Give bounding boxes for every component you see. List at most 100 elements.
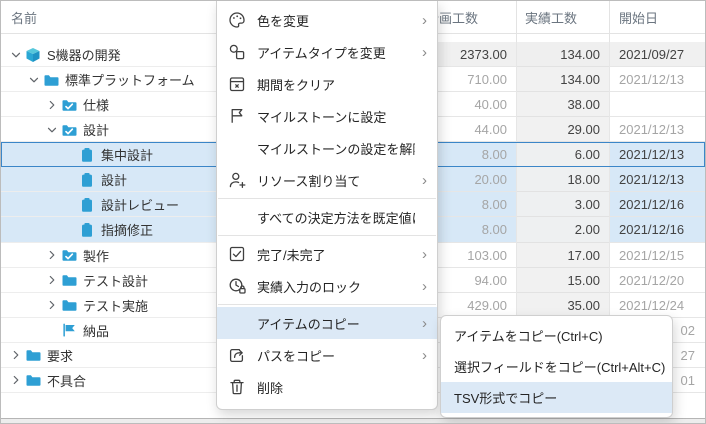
cube-icon xyxy=(24,47,42,63)
menu-item-label: 実績入力のロック xyxy=(257,277,415,296)
folder-check-icon xyxy=(60,247,78,263)
chevron-down-icon[interactable] xyxy=(7,49,24,61)
submenu-item-label: アイテムをコピー(Ctrl+C) xyxy=(454,326,603,345)
chevron-down-icon[interactable] xyxy=(43,124,60,136)
menu-icon-spacer xyxy=(227,207,247,227)
submenu-arrow-icon: › xyxy=(415,247,427,262)
menu-item-label: アイテムタイプを変更 xyxy=(257,43,415,62)
folder-icon xyxy=(24,372,42,388)
chevron-right-icon[interactable] xyxy=(7,374,24,386)
tree-item-label: 集中設計 xyxy=(101,145,153,164)
task-icon xyxy=(78,172,96,188)
tree-item-label: 納品 xyxy=(83,321,109,340)
start-date-cell[interactable]: 2021/09/27 xyxy=(609,42,705,67)
actual-hours-cell[interactable]: 17.00 xyxy=(516,243,609,268)
menu-separator xyxy=(218,235,436,236)
actual-hours-cell[interactable]: 29.00 xyxy=(516,117,609,142)
chevron-right-icon[interactable] xyxy=(43,99,60,111)
submenu-item[interactable]: TSV形式でコピー xyxy=(441,382,672,413)
context-menu-item[interactable]: アイテムのコピー› xyxy=(217,307,437,339)
context-menu-item[interactable]: アイテムタイプを変更› xyxy=(217,36,437,68)
copy-path-icon xyxy=(227,345,247,365)
horizontal-scrollbar-track[interactable] xyxy=(1,418,705,423)
task-icon xyxy=(78,147,96,163)
context-menu-item[interactable]: 色を変更› xyxy=(217,4,437,36)
milestone-flag-icon xyxy=(60,322,78,338)
actual-hours-cell[interactable]: 38.00 xyxy=(516,92,609,117)
menu-item-label: 完了/未完了 xyxy=(257,245,415,264)
start-date-cell[interactable]: 2021/12/16 xyxy=(609,192,705,217)
folder-icon xyxy=(42,72,60,88)
task-icon xyxy=(78,222,96,238)
menu-item-label: パスをコピー xyxy=(257,346,415,365)
tree-item-label: 不具合 xyxy=(47,371,86,390)
menu-icon-spacer xyxy=(227,138,247,158)
actual-hours-cell[interactable]: 3.00 xyxy=(516,192,609,217)
start-date-cell[interactable]: 2021/12/16 xyxy=(609,217,705,242)
submenu-item[interactable]: 選択フィールドをコピー(Ctrl+Alt+C) xyxy=(441,351,672,382)
start-date-cell[interactable]: 2021/12/13 xyxy=(609,167,705,192)
actual-hours-cell[interactable]: 134.00 xyxy=(516,67,609,92)
flag-outline-icon xyxy=(227,106,247,126)
context-menu-item[interactable]: 実績入力のロック› xyxy=(217,270,437,302)
actual-hours-cell[interactable]: 35.00 xyxy=(516,293,609,318)
actual-hours-cell[interactable]: 15.00 xyxy=(516,268,609,293)
chevron-right-icon[interactable] xyxy=(43,274,60,286)
submenu-item[interactable]: アイテムをコピー(Ctrl+C) xyxy=(441,320,672,351)
menu-item-label: マイルストーンに設定 xyxy=(257,107,415,126)
context-menu-item[interactable]: パスをコピー› xyxy=(217,339,437,371)
folder-check-icon xyxy=(60,122,78,138)
actual-hours-cell[interactable]: 18.00 xyxy=(516,167,609,192)
submenu-arrow-icon: › xyxy=(415,348,427,363)
chevron-right-icon[interactable] xyxy=(43,249,60,261)
menu-icon-spacer xyxy=(227,313,247,333)
checkbox-icon xyxy=(227,244,247,264)
menu-item-label: すべての決定方法を既定値に戻す xyxy=(257,208,415,227)
submenu-item-label: 選択フィールドをコピー(Ctrl+Alt+C) xyxy=(454,357,665,376)
start-date-cell[interactable]: 2021/12/13 xyxy=(609,67,705,92)
start-date-cell[interactable] xyxy=(609,92,705,117)
chevron-down-icon[interactable] xyxy=(25,74,42,86)
menu-item-label: 期間をクリア xyxy=(257,75,415,94)
context-menu-item[interactable]: リソース割り当て› xyxy=(217,164,437,196)
actual-hours-cell[interactable]: 2.00 xyxy=(516,217,609,242)
chevron-right-icon[interactable] xyxy=(7,349,24,361)
start-date-cell[interactable]: 2021/12/13 xyxy=(609,142,705,167)
column-header-actual[interactable]: 実績工数 xyxy=(516,1,609,33)
context-menu-item[interactable]: マイルストーンに設定 xyxy=(217,100,437,132)
person-add-icon xyxy=(227,170,247,190)
shapes-icon xyxy=(227,42,247,62)
project-wbs-window: 名前 計画工数 実績工数 開始日 S機器の開発2373.00134.002021… xyxy=(0,0,706,424)
column-header-start[interactable]: 開始日 xyxy=(609,1,705,33)
tree-item-label: 設計 xyxy=(83,120,109,139)
context-menu-item[interactable]: すべての決定方法を既定値に戻す xyxy=(217,201,437,233)
task-icon xyxy=(78,197,96,213)
lock-clock-icon xyxy=(227,276,247,296)
folder-check-icon xyxy=(60,97,78,113)
start-date-cell[interactable]: 2021/12/15 xyxy=(609,243,705,268)
tree-item-label: テスト設計 xyxy=(83,271,148,290)
context-menu-item[interactable]: 完了/未完了› xyxy=(217,238,437,270)
actual-hours-cell[interactable]: 6.00 xyxy=(516,142,609,167)
start-date-cell[interactable]: 2021/12/13 xyxy=(609,117,705,142)
folder-icon xyxy=(60,297,78,313)
start-date-cell[interactable]: 2021/12/24 xyxy=(609,293,705,318)
palette-icon xyxy=(227,10,247,30)
tree-item-label: テスト実施 xyxy=(83,296,148,315)
submenu-arrow-icon: › xyxy=(415,45,427,60)
context-menu-item[interactable]: 期間をクリア xyxy=(217,68,437,100)
copy-submenu: アイテムをコピー(Ctrl+C) 選択フィールドをコピー(Ctrl+Alt+C) T… xyxy=(440,315,673,418)
submenu-arrow-icon: › xyxy=(415,173,427,188)
folder-icon xyxy=(24,347,42,363)
submenu-arrow-icon: › xyxy=(415,13,427,28)
context-menu-item[interactable]: マイルストーンの設定を解除 xyxy=(217,132,437,164)
start-date-cell[interactable]: 2021/12/20 xyxy=(609,268,705,293)
tree-item-label: 製作 xyxy=(83,246,109,265)
context-menu-item[interactable]: 削除 xyxy=(217,371,437,403)
menu-separator xyxy=(218,198,436,199)
menu-item-label: リソース割り当て xyxy=(257,171,415,190)
menu-item-label: アイテムのコピー xyxy=(257,314,415,333)
actual-hours-cell[interactable]: 134.00 xyxy=(516,42,609,67)
menu-item-label: マイルストーンの設定を解除 xyxy=(257,139,415,158)
chevron-right-icon[interactable] xyxy=(43,299,60,311)
